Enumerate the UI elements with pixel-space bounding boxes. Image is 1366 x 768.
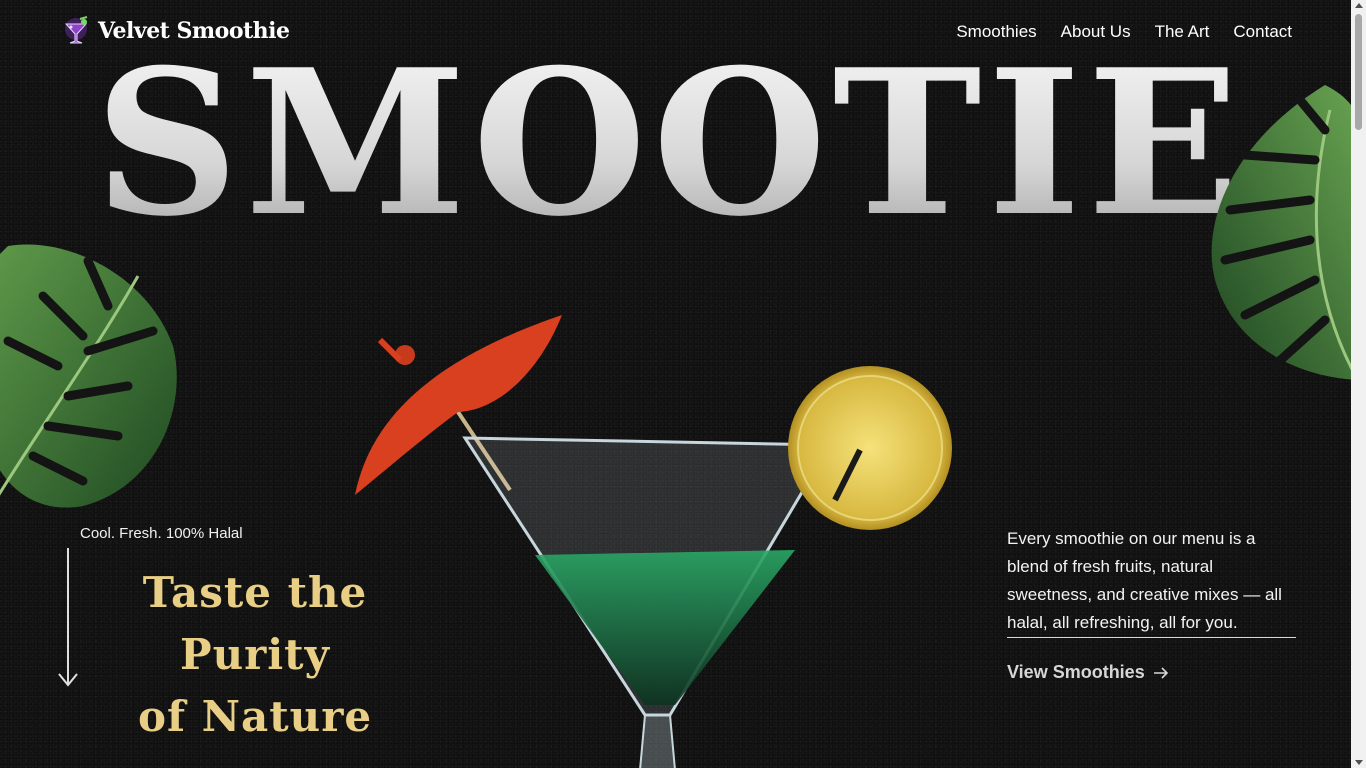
scroll-up-icon[interactable]	[1355, 3, 1363, 8]
vertical-scrollbar[interactable]	[1351, 0, 1366, 768]
divider	[1007, 637, 1296, 638]
scroll-down-icon[interactable]	[1355, 760, 1363, 765]
scrollbar-thumb[interactable]	[1355, 14, 1362, 130]
hero-description: Every smoothie on our menu is a blend of…	[1007, 529, 1282, 632]
view-smoothies-label: View Smoothies	[1007, 662, 1145, 682]
monstera-leaf-right-image	[1211, 85, 1351, 380]
hero-tagline: Cool. Fresh. 100% Halal	[80, 525, 243, 542]
hero-page: Velvet Smoothie Smoothies About Us The A…	[0, 0, 1351, 768]
view-smoothies-link[interactable]: View Smoothies	[1007, 662, 1169, 683]
arrow-right-icon	[1153, 666, 1168, 679]
monstera-leaf-left-image	[0, 244, 177, 508]
cocktail-glass-icon	[64, 16, 88, 44]
hero-headline: Taste the Purity of Nature	[60, 562, 450, 748]
hero-headline-line1: Taste the Purity	[142, 568, 368, 679]
hero-title: SMOOTIE	[0, 44, 1340, 244]
hero-headline-line2: of Nature	[137, 692, 373, 741]
